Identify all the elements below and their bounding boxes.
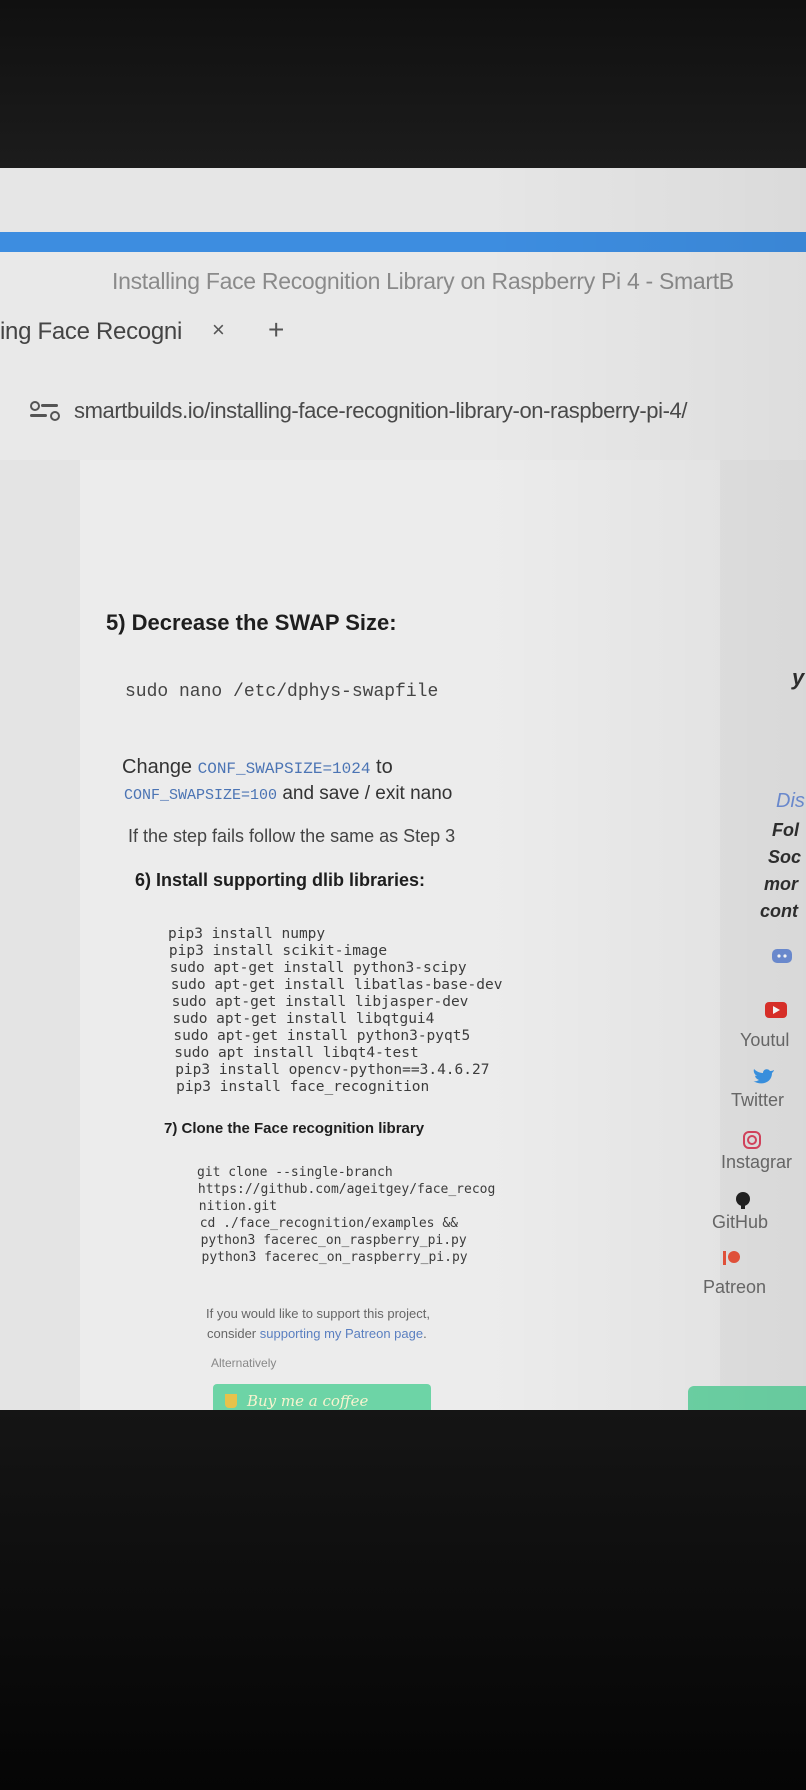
browser-screen: Installing Face Recognition Library on R… <box>0 168 806 1418</box>
step6-code-line: sudo apt-get install libatlas-base-dev <box>170 977 503 993</box>
step6-code-line: sudo apt install libqt4-test <box>174 1045 419 1061</box>
site-settings-icon[interactable] <box>30 401 60 421</box>
swap-command: sudo nano /etc/dphys-swapfile <box>125 682 439 702</box>
youtube-icon[interactable] <box>765 1002 787 1023</box>
to-word: to <box>376 756 393 778</box>
step6-code-line: pip3 install numpy <box>168 926 326 942</box>
support-line-2: consider supporting my Patreon page. <box>207 1326 427 1341</box>
tab-close-icon[interactable]: × <box>212 317 225 343</box>
support-line-1: If you would like to support this projec… <box>206 1306 431 1321</box>
monitor-top-bezel <box>0 0 806 170</box>
instagram-label[interactable]: Instagrar <box>721 1152 792 1173</box>
step6-code-line: sudo apt-get install python3-pyqt5 <box>173 1028 471 1044</box>
code-from: CONF_SWAPSIZE=1024 <box>197 760 371 778</box>
twitter-label[interactable]: Twitter <box>731 1090 784 1111</box>
step5-note: If the step fails follow the same as Ste… <box>128 826 456 846</box>
patreon-label[interactable]: Patreon <box>703 1277 766 1298</box>
step6-code-line: sudo apt-get install libqtgui4 <box>172 1011 435 1027</box>
window-title: Installing Face Recognition Library on R… <box>112 268 734 294</box>
step6-code-line: pip3 install face_recognition <box>176 1079 430 1095</box>
url-text[interactable]: smartbuilds.io/installing-face-recogniti… <box>74 398 687 424</box>
monitor-bottom-bezel <box>0 1410 806 1790</box>
tab-title: ing Face Recogni <box>0 318 182 345</box>
step6-code-line: sudo apt-get install python3-scipy <box>169 960 467 976</box>
coffee-cup-icon <box>225 1394 237 1408</box>
step7-code-line: nition.git <box>198 1199 278 1214</box>
sidebar-partial-line-3: mor <box>764 874 799 894</box>
coffee-label: Buy me a coffee <box>247 1392 369 1410</box>
sidebar-partial-y: y <box>792 665 805 690</box>
github-label[interactable]: GitHub <box>712 1212 768 1233</box>
page-content: 5) Decrease the SWAP Size: sudo nano /et… <box>0 460 806 1418</box>
accent-bar <box>0 232 806 252</box>
new-tab-button[interactable]: + <box>268 314 284 346</box>
step6-code-block: pip3 install numpy pip3 install scikit-im… <box>168 926 502 1096</box>
sidebar-partial-line-2: Soc <box>768 847 802 867</box>
change-suffix: and save / exit nano <box>282 783 453 804</box>
step6-code-line: sudo apt-get install libjasper-dev <box>171 994 469 1010</box>
youtube-label[interactable]: Youtul <box>740 1030 789 1051</box>
step7-code-line: cd ./face_recognition/examples && <box>199 1216 458 1231</box>
step6-heading: 6) Install supporting dlib libraries: <box>135 870 426 890</box>
change-prefix: Change <box>122 756 193 778</box>
sidebar-partial-dis: Dis <box>776 790 805 812</box>
tab-active[interactable]: ing Face Recogni × <box>0 313 250 351</box>
patreon-icon[interactable] <box>722 1250 742 1271</box>
alternatively-text: Alternatively <box>211 1356 277 1370</box>
title-strip <box>0 168 806 232</box>
step7-code-line: https://github.com/ageitgey/face_recog <box>197 1182 496 1197</box>
sidebar-partial-line-1: Fol <box>772 820 799 840</box>
step6-code-line: pip3 install scikit-image <box>168 943 388 959</box>
patreon-link[interactable]: supporting my Patreon page <box>260 1326 423 1341</box>
discord-icon[interactable] <box>771 948 793 971</box>
step6-code-line: pip3 install opencv-python==3.4.6.27 <box>175 1062 490 1078</box>
code-to: CONF_SWAPSIZE=100 <box>124 787 278 804</box>
step7-code-block: git clone --single-branch https://github.… <box>197 1165 495 1267</box>
step5-heading: 5) Decrease the SWAP Size: <box>106 610 397 635</box>
step7-heading: 7) Clone the Face recognition library <box>164 1120 425 1137</box>
address-bar[interactable]: smartbuilds.io/installing-face-recogniti… <box>30 398 687 424</box>
step7-code-line: python3 facerec_on_raspberry_pi.py <box>201 1250 468 1265</box>
change-line-1: Change CONF_SWAPSIZE=1024 to <box>122 756 393 779</box>
step7-code-line: git clone --single-branch <box>197 1165 393 1180</box>
change-line-2: CONF_SWAPSIZE=100 and save / exit nano <box>124 783 452 805</box>
support-prefix: consider <box>207 1326 260 1341</box>
support-suffix: . <box>423 1326 427 1341</box>
twitter-icon[interactable] <box>753 1068 775 1091</box>
step7-code-line: python3 facerec_on_raspberry_pi.py <box>200 1233 467 1248</box>
sidebar-partial-line-4: cont <box>760 901 798 921</box>
